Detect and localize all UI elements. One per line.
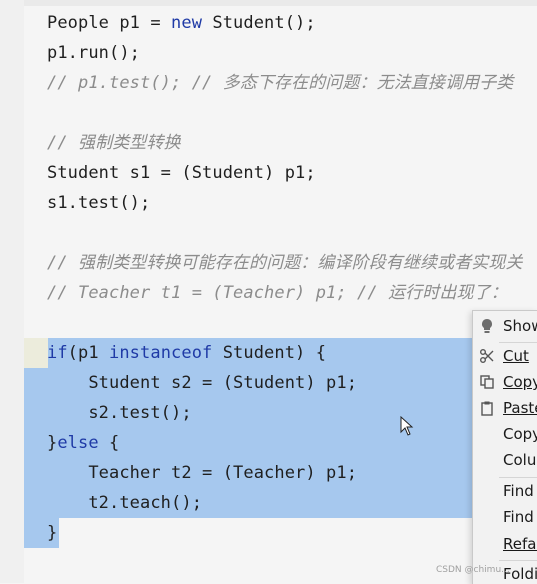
code-line[interactable]: t2.teach();	[47, 488, 202, 518]
menu-item-copy[interactable]: Copy	[473, 369, 537, 395]
code-line[interactable]: s1.test();	[47, 188, 150, 218]
code-editor[interactable]: People p1 = new Student(); p1.run(); // …	[0, 0, 537, 583]
code-comment-line[interactable]: // p1.test(); // 多态下存在的问题：无法直接调用子类	[47, 68, 513, 98]
lightbulb-icon	[479, 318, 495, 334]
menu-item-copy-reference[interactable]: Copy	[473, 421, 537, 447]
code-line[interactable]: }	[47, 518, 57, 548]
menu-item-find-1[interactable]: Find	[473, 478, 537, 504]
gutter-caret-marker	[24, 338, 48, 368]
menu-item-paste[interactable]: Paste	[473, 395, 537, 421]
code-line[interactable]: Student s2 = (Student) p1;	[47, 368, 357, 398]
menu-item-cut[interactable]: Cut	[473, 343, 537, 369]
mouse-cursor-icon	[400, 416, 414, 436]
menu-item-show[interactable]: Show	[473, 313, 537, 339]
context-menu: Show Cut Copy Paste Copy Colu Find Find …	[472, 310, 537, 584]
code-line[interactable]: People p1 = new Student();	[47, 8, 316, 38]
menu-item-refactor[interactable]: Refac	[473, 531, 537, 557]
clipboard-icon	[479, 400, 495, 416]
code-line[interactable]: p1.run();	[47, 38, 140, 68]
code-line-else[interactable]: }else {	[47, 428, 119, 458]
scissors-icon	[479, 348, 495, 364]
code-comment-line[interactable]: // 强制类型转换	[47, 128, 181, 158]
watermark: CSDN @chimu...	[436, 565, 510, 575]
menu-item-column-selection[interactable]: Colu	[473, 447, 537, 473]
menu-item-find-2[interactable]: Find	[473, 504, 537, 530]
code-line-if[interactable]: if(p1 instanceof Student) {	[47, 338, 326, 368]
copy-icon	[479, 374, 495, 390]
code-comment-line[interactable]: // Teacher t1 = (Teacher) p1; // 运行时出现了：	[47, 278, 508, 308]
code-line[interactable]: Student s1 = (Student) p1;	[47, 158, 316, 188]
code-line[interactable]: Teacher t2 = (Teacher) p1;	[47, 458, 357, 488]
code-comment-line[interactable]: // 强制类型转换可能存在的问题：编译阶段有继续或者实现关	[47, 248, 523, 278]
code-line[interactable]: s2.test();	[47, 398, 192, 428]
